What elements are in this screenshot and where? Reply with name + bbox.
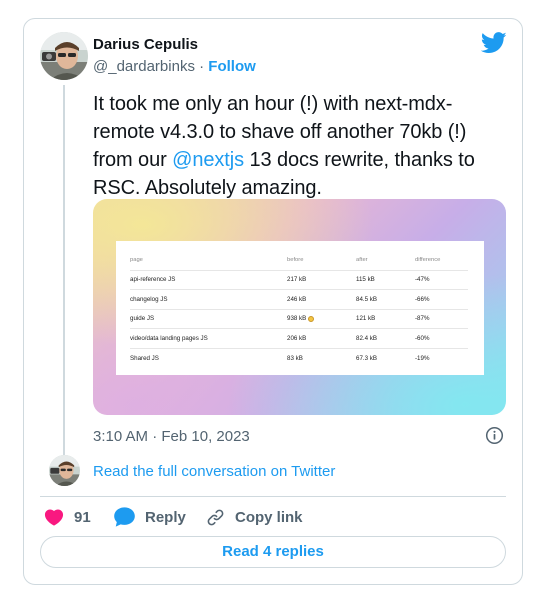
info-icon[interactable] (485, 426, 504, 445)
read-replies-button[interactable]: Read 4 replies (40, 536, 506, 568)
heart-icon (44, 509, 64, 526)
thread-line (63, 85, 65, 466)
table-cell-difference: -66% (415, 295, 430, 303)
copy-link-label: Copy link (235, 508, 303, 526)
author-handle-row: @_dardarbinks · Follow (93, 58, 256, 75)
table-cell-after: 84.5 kB (356, 295, 377, 303)
table-cell-before-value: 246 kB (287, 295, 307, 303)
table-cell-before: 206 kB (287, 335, 356, 342)
table-header-after: after (356, 257, 368, 264)
table-cell-difference: -19% (415, 354, 430, 362)
table-cell-difference: -60% (415, 334, 430, 342)
table-cell-before: 938 kB (287, 315, 356, 322)
table-row: guide JS 938 kB 121 kB -87% (130, 310, 468, 329)
scream-emoji-icon (308, 315, 315, 322)
media-table-panel: page before after difference api-referen… (116, 241, 484, 375)
table-cell-after: 82.4 kB (356, 334, 377, 342)
reply-button[interactable]: Reply (114, 506, 186, 528)
tweet-media-image[interactable]: page before after difference api-referen… (93, 199, 506, 415)
read-conversation-link[interactable]: Read the full conversation on Twitter (93, 463, 335, 480)
handle-separator: · (199, 58, 205, 75)
table-row: api-reference JS 217 kB 115 kB -47% (130, 271, 468, 290)
table-row: changelog JS 246 kB 84.5 kB -66% (130, 290, 468, 310)
like-count: 91 (74, 508, 91, 526)
table-cell-before: 83 kB (287, 355, 356, 362)
table-cell-page: changelog JS (130, 295, 168, 303)
link-icon (207, 509, 224, 525)
table-cell-before-value: 83 kB (287, 354, 303, 362)
author-name[interactable]: Darius Cepulis (93, 36, 198, 53)
table-row: video/data landing pages JS 206 kB 82.4 … (130, 329, 468, 349)
follow-link[interactable]: Follow (208, 58, 256, 75)
table-header-page: page (130, 257, 143, 264)
divider (40, 496, 506, 497)
reply-label: Reply (145, 508, 186, 526)
table-cell-before: 246 kB (287, 296, 356, 303)
table-cell-page: api-reference JS (130, 276, 176, 284)
speech-bubble-icon (114, 507, 135, 527)
table-cell-difference: -87% (415, 315, 430, 323)
table-row: Shared JS 83 kB 67.3 kB -19% (130, 349, 468, 369)
twitter-bird-icon[interactable] (480, 32, 507, 54)
table-cell-page: video/data landing pages JS (130, 334, 208, 342)
tweet-timestamp[interactable]: 3:10 AM · Feb 10, 2023 (93, 428, 250, 445)
table-cell-page: Shared JS (130, 354, 159, 362)
table-cell-before-value: 217 kB (287, 276, 307, 284)
reply-avatar (49, 455, 80, 486)
table-cell-after: 67.3 kB (356, 354, 377, 362)
table-header-difference: difference (415, 257, 441, 264)
table-cell-difference: -47% (415, 276, 430, 284)
author-handle[interactable]: @_dardarbinks (93, 58, 195, 75)
table-cell-after: 121 kB (356, 315, 376, 323)
table-cell-before: 217 kB (287, 276, 356, 283)
table-cell-before-value: 206 kB (287, 334, 307, 342)
bundle-size-table: page before after difference api-referen… (130, 251, 468, 368)
table-cell-page: guide JS (130, 315, 155, 323)
author-avatar[interactable] (40, 32, 88, 80)
table-header-before: before (287, 257, 304, 264)
mention-link[interactable]: @nextjs (172, 149, 244, 171)
tweet-embed-card: Darius Cepulis @_dardarbinks · Follow It… (23, 18, 523, 585)
like-button[interactable]: 91 (44, 506, 91, 528)
copy-link-button[interactable]: Copy link (206, 506, 303, 528)
table-header-row: page before after difference (130, 251, 468, 271)
tweet-text: It took me only an hour (!) with next-md… (93, 90, 498, 202)
table-cell-after: 115 kB (356, 276, 375, 284)
table-cell-before-value: 938 kB (287, 315, 307, 323)
